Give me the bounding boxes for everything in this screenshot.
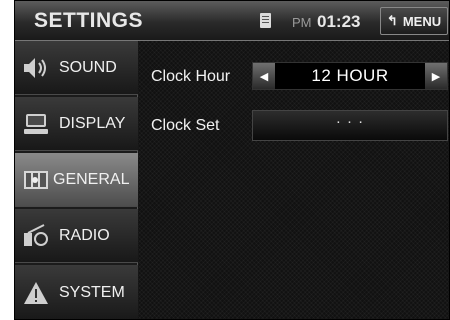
clock-set-label: Clock Set [151,117,220,134]
clock-hour-label: Clock Hour [151,68,231,85]
clock-ampm: PM [292,15,312,30]
general-tools-icon [19,165,53,195]
radio-icon [19,221,53,251]
sidebar-item-display[interactable]: DISPLAY [15,97,138,151]
display-icon [19,109,53,139]
sd-card-icon [260,13,271,28]
sidebar-item-general[interactable]: GENERAL [15,153,138,207]
page-title: SETTINGS [34,9,144,32]
clock-hour-selector: ◀ 12 HOUR ▶ [252,62,448,90]
clock-hour-prev-button[interactable]: ◀ [253,63,275,89]
back-arrow-icon: ↰ [386,13,398,28]
header-bar: SETTINGS PM 01:23 ↰ MENU [15,1,449,41]
clock-hour-value: 12 HOUR [311,66,389,85]
sidebar: SOUND DISPLAY GENERAL RADIO SYSTEM [15,41,138,319]
clock-set-button[interactable]: · · · [252,110,448,141]
sidebar-item-label: RADIO [59,226,110,244]
sidebar-item-label: GENERAL [53,170,130,188]
sidebar-item-system[interactable]: SYSTEM [15,265,138,319]
speaker-icon [19,53,53,83]
general-settings-panel: Clock Hour ◀ 12 HOUR ▶ Clock Set · · · [138,41,449,319]
menu-button-label: MENU [402,13,442,29]
clock-hour-next-button[interactable]: ▶ [425,63,447,89]
triangle-left-icon: ◀ [259,70,269,83]
sidebar-item-label: SYSTEM [59,284,125,301]
sidebar-item-label: SOUND [59,58,117,76]
sidebar-item-sound[interactable]: SOUND [15,41,138,95]
menu-button[interactable]: ↰ MENU [380,7,448,35]
clock-time: 01:23 [317,12,361,31]
settings-screen: SETTINGS PM 01:23 ↰ MENU SOUND DISPLAY G… [14,0,450,320]
warning-icon [19,278,53,308]
sidebar-item-radio[interactable]: RADIO [15,209,138,263]
sidebar-item-label: DISPLAY [59,114,126,132]
triangle-right-icon: ▶ [431,70,441,83]
